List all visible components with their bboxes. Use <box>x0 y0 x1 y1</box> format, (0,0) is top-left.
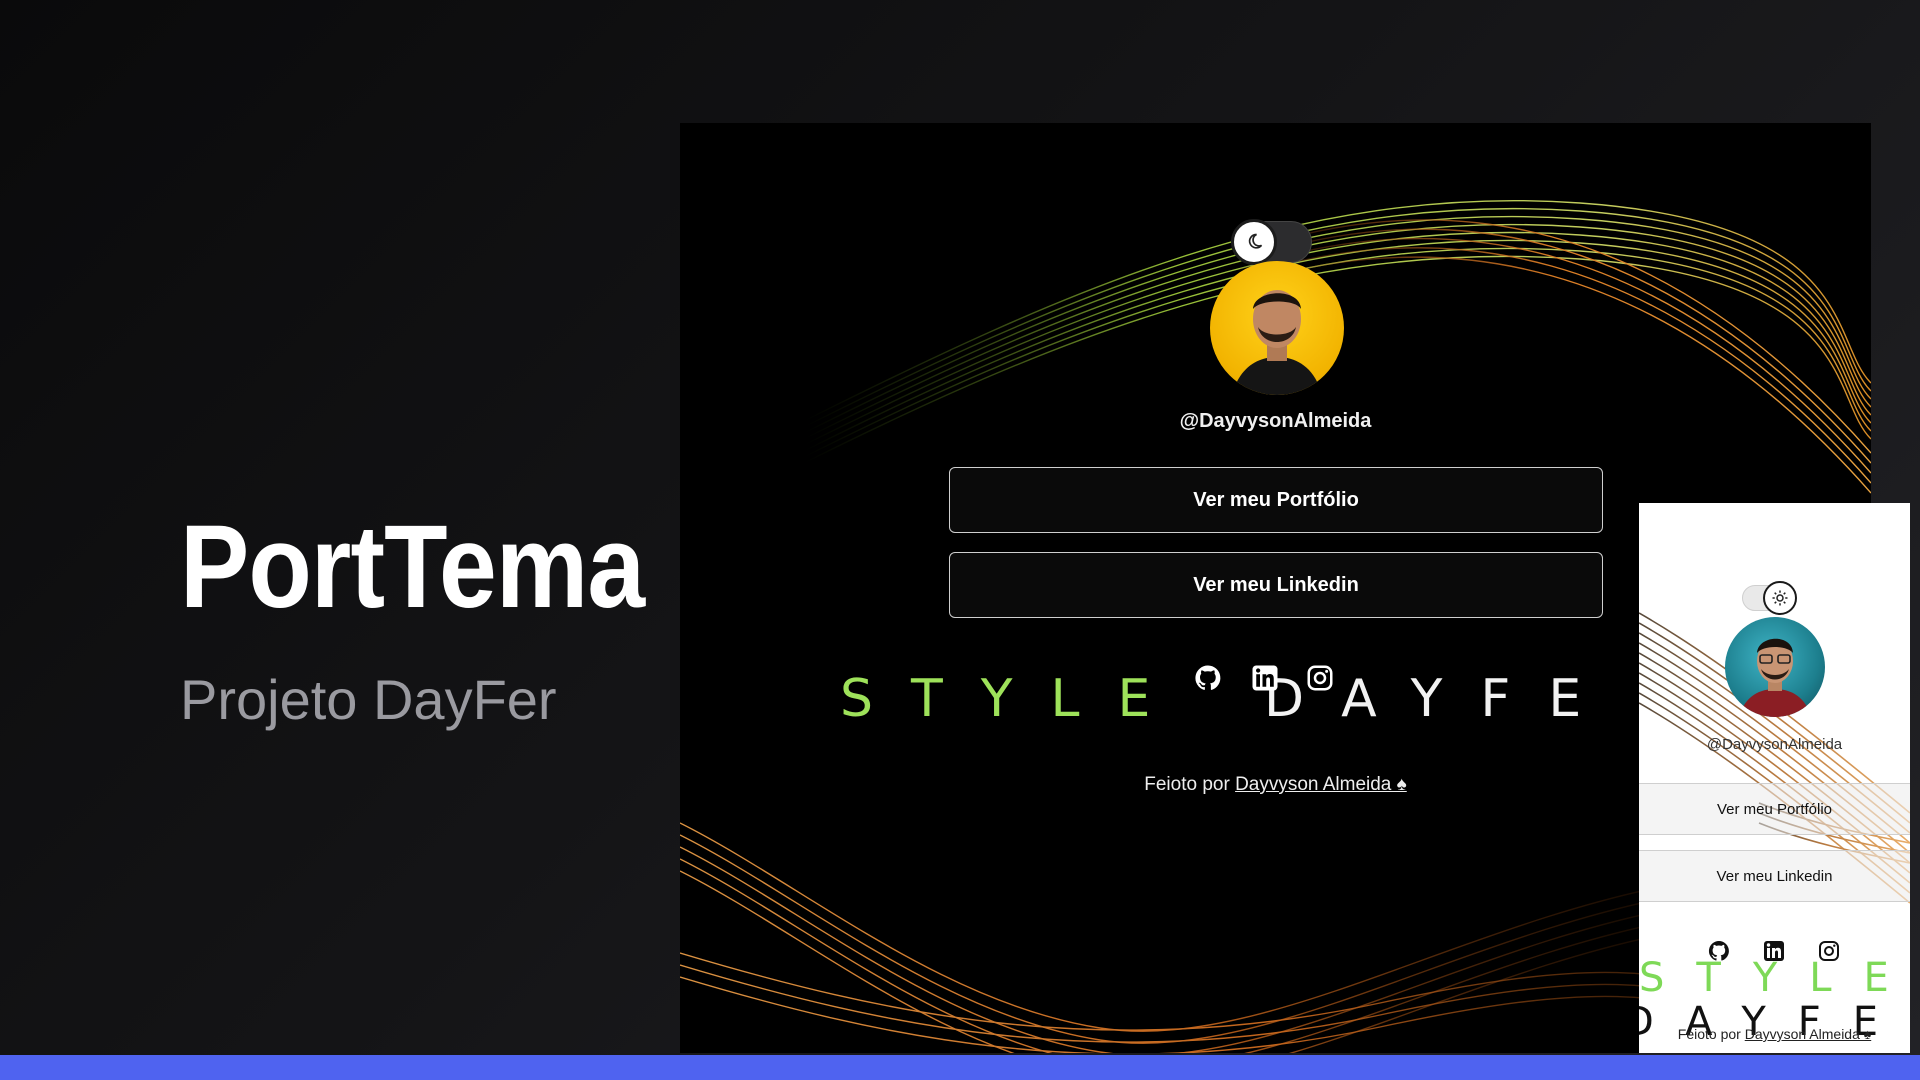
instagram-icon[interactable] <box>1305 663 1335 693</box>
sun-icon <box>1763 581 1797 615</box>
portfolio-button[interactable]: Ver meu Portfólio <box>949 467 1603 533</box>
moon-icon <box>1231 219 1277 265</box>
brand-marquee-left: STYLE <box>840 669 1189 729</box>
profile-handle: @DayvysonAlmeida <box>1706 736 1843 753</box>
linkedin-button[interactable]: Ver meu Linkedin <box>1639 850 1910 902</box>
footer-prefix: Feioto por <box>1677 1026 1741 1042</box>
author-link[interactable]: Dayvyson Almeida ♠ <box>1745 1026 1872 1042</box>
author-link[interactable]: Dayvyson Almeida ♠ <box>1235 774 1407 795</box>
brand-marquee-left: STYLE <box>1639 955 1910 1001</box>
github-icon[interactable] <box>1193 663 1223 693</box>
linkedin-icon[interactable] <box>1250 663 1280 693</box>
profile-handle: @DayvysonAlmeida <box>1179 410 1372 432</box>
footer-credit: Feioto por Dayvyson Almeida ♠ <box>1639 1026 1910 1042</box>
linkedin-button[interactable]: Ver meu Linkedin <box>949 552 1603 618</box>
portfolio-button[interactable]: Ver meu Portfólio <box>1639 783 1910 835</box>
avatar <box>1210 261 1344 395</box>
footer-prefix: Feioto por <box>1144 774 1230 795</box>
hero-title: PortTema <box>180 501 645 633</box>
theme-toggle[interactable] <box>1742 581 1797 615</box>
hero-subtitle: Projeto DayFer <box>180 668 557 731</box>
social-links <box>1193 663 1343 695</box>
mobile-preview: @DayvysonAlmeida Ver meu Portfólio Ver m… <box>1639 503 1910 1053</box>
theme-toggle[interactable] <box>1231 219 1312 265</box>
accent-bar <box>0 1055 1920 1080</box>
avatar <box>1725 617 1825 717</box>
